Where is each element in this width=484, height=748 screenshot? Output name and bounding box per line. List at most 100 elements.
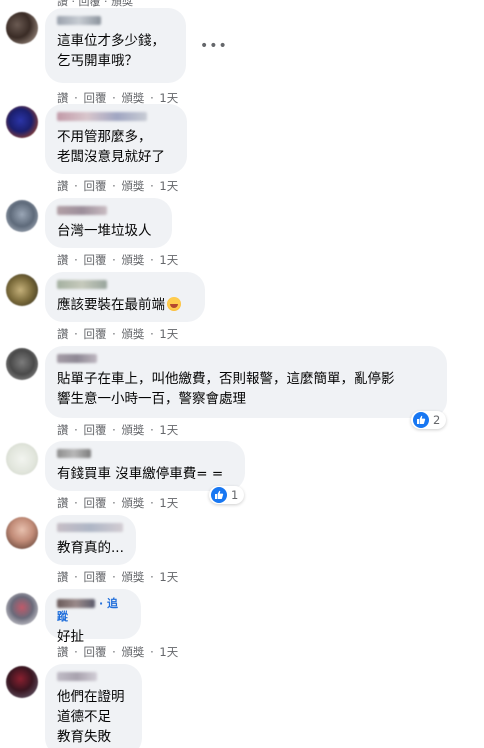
reply-action[interactable]: 回覆 (83, 645, 106, 659)
like-action[interactable]: 讚 (57, 91, 69, 105)
comment-bubble: 教育真的... (45, 515, 136, 565)
commenter-name-blurred[interactable] (57, 354, 97, 363)
avatar[interactable] (6, 200, 38, 232)
comment-bubble: 應該要裝在最前端 (45, 272, 205, 322)
timestamp[interactable]: 1天 (159, 91, 178, 105)
reaction-count: 2 (433, 413, 441, 427)
timestamp[interactable]: 1天 (159, 423, 178, 437)
comment-text: 響生意一小時一百，警察會處理 (57, 391, 246, 407)
separator: · (112, 179, 120, 193)
separator: · (74, 91, 82, 105)
reply-action[interactable]: 回覆 (83, 423, 106, 437)
award-action[interactable]: 頒獎 (111, 0, 133, 8)
comment-text: 這車位才多少錢， (57, 33, 165, 49)
timestamp[interactable]: 1天 (159, 179, 178, 193)
comment-actions: 讚 · 回覆 · 頒獎 · 1天 (57, 179, 180, 193)
award-action[interactable]: 頒獎 (121, 91, 144, 105)
like-action[interactable]: 讚 (57, 496, 69, 510)
award-action[interactable]: 頒獎 (121, 179, 144, 193)
comment-bubble: · 追蹤 好扯 (45, 589, 141, 645)
separator: · (104, 0, 111, 8)
avatar[interactable] (6, 12, 38, 44)
separator: · (71, 0, 79, 8)
reaction-count-badge[interactable]: 1 (209, 486, 245, 504)
comment-text: 好扯 (57, 629, 84, 645)
like-action[interactable]: 讚 (57, 253, 69, 267)
timestamp[interactable]: 1天 (159, 570, 178, 584)
separator: · (74, 423, 82, 437)
commenter-name-blurred[interactable] (57, 449, 91, 458)
avatar[interactable] (6, 274, 38, 306)
like-action[interactable]: 讚 (57, 179, 69, 193)
commenter-name-row: · 追蹤 (57, 597, 129, 623)
avatar[interactable] (6, 517, 38, 549)
reply-action[interactable]: 回覆 (83, 253, 106, 267)
timestamp[interactable]: 1天 (159, 253, 178, 267)
reaction-count-badge[interactable]: 2 (411, 411, 447, 429)
commenter-name-blurred[interactable] (57, 206, 107, 215)
separator: · (150, 645, 158, 659)
comment-text: 貼單子在車上，叫他繳費，否則報警，這麼簡單，亂停影 (57, 371, 395, 387)
award-action[interactable]: 頒獎 (121, 570, 144, 584)
comment-text: 不用管那麼多， (57, 129, 152, 145)
avatar[interactable] (6, 106, 38, 138)
like-action[interactable]: 讚 (57, 327, 69, 341)
timestamp[interactable]: 1天 (159, 496, 178, 510)
reply-action[interactable]: 回覆 (83, 91, 106, 105)
timestamp[interactable]: 1天 (159, 645, 178, 659)
thumbs-up-icon (413, 412, 429, 428)
thumbs-up-icon (211, 487, 227, 503)
commenter-name-blurred[interactable] (57, 599, 95, 608)
award-action[interactable]: 頒獎 (121, 253, 144, 267)
reply-action[interactable]: 回覆 (83, 570, 106, 584)
avatar[interactable] (6, 593, 38, 625)
reaction-count: 1 (231, 488, 239, 502)
commenter-name-blurred[interactable] (57, 112, 147, 121)
comment-bubble: 貼單子在車上，叫他繳費，否則報警，這麼簡單，亂停影 響生意一小時一百，警察會處理 (45, 346, 447, 418)
commenter-name-blurred[interactable] (57, 672, 97, 681)
like-action[interactable]: 讚 (57, 570, 69, 584)
timestamp[interactable]: 1天 (159, 327, 178, 341)
separator: · (112, 91, 120, 105)
award-action[interactable]: 頒獎 (121, 645, 144, 659)
separator: · (112, 327, 120, 341)
comment-bubble: 台灣一堆垃圾人 (45, 198, 172, 248)
comment-text: 老闆沒意見就好了 (57, 149, 165, 165)
separator: · (150, 179, 158, 193)
comment-actions: 讚 · 回覆 · 頒獎 · 1天 (57, 423, 180, 437)
comment-actions: 讚 · 回覆 · 頒獎 · 1天 (57, 91, 180, 105)
separator: · (112, 645, 120, 659)
previous-comment-actions-partial: 讚 · 回覆 · 頒獎 (57, 0, 147, 8)
award-action[interactable]: 頒獎 (121, 496, 144, 510)
comment-actions: 讚 · 回覆 · 頒獎 · 1天 (57, 253, 180, 267)
avatar[interactable] (6, 348, 38, 380)
reply-action[interactable]: 回覆 (79, 0, 101, 8)
avatar[interactable] (6, 666, 38, 698)
comment-bubble: 這車位才多少錢， 乞丐開車哦？ (45, 8, 186, 83)
separator: · (74, 496, 82, 510)
award-action[interactable]: 頒獎 (121, 423, 144, 437)
reply-action[interactable]: 回覆 (83, 496, 106, 510)
avatar[interactable] (6, 443, 38, 475)
comment-actions: 讚 · 回覆 · 頒獎 · 1天 (57, 570, 180, 584)
separator: · (74, 253, 82, 267)
separator: · (112, 423, 120, 437)
commenter-name-blurred[interactable] (57, 523, 123, 532)
commenter-name-blurred[interactable] (57, 280, 107, 289)
comment-text: 應該要裝在最前端 (57, 295, 193, 315)
reply-action[interactable]: 回覆 (83, 179, 106, 193)
more-horizontal-icon[interactable]: ••• (200, 38, 227, 54)
commenter-name-blurred[interactable] (57, 16, 101, 25)
comment-thread: 讚 · 回覆 · 頒獎 這車位才多少錢， 乞丐開車哦？ ••• 讚 · 回覆 ·… (0, 0, 484, 748)
separator: · (112, 570, 120, 584)
reply-action[interactable]: 回覆 (83, 327, 106, 341)
comment-actions: 讚 · 回覆 · 頒獎 · 1天 (57, 496, 180, 510)
like-action[interactable]: 讚 (57, 0, 68, 8)
like-action[interactable]: 讚 (57, 423, 69, 437)
award-action[interactable]: 頒獎 (121, 327, 144, 341)
separator: · (112, 496, 120, 510)
separator: · (74, 570, 82, 584)
comment-bubble: 有錢買車 沒車繳停車費= = (45, 441, 245, 491)
like-action[interactable]: 讚 (57, 645, 69, 659)
comment-text: 教育真的... (57, 540, 124, 556)
